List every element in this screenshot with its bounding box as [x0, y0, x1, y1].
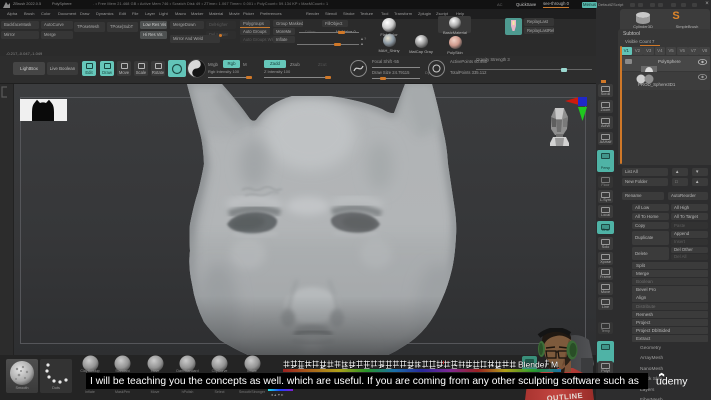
svg-text:Blender: Blender — [518, 360, 547, 370]
svg-text:M: M — [551, 360, 558, 370]
svg-text:udemy: udemy — [656, 376, 688, 388]
